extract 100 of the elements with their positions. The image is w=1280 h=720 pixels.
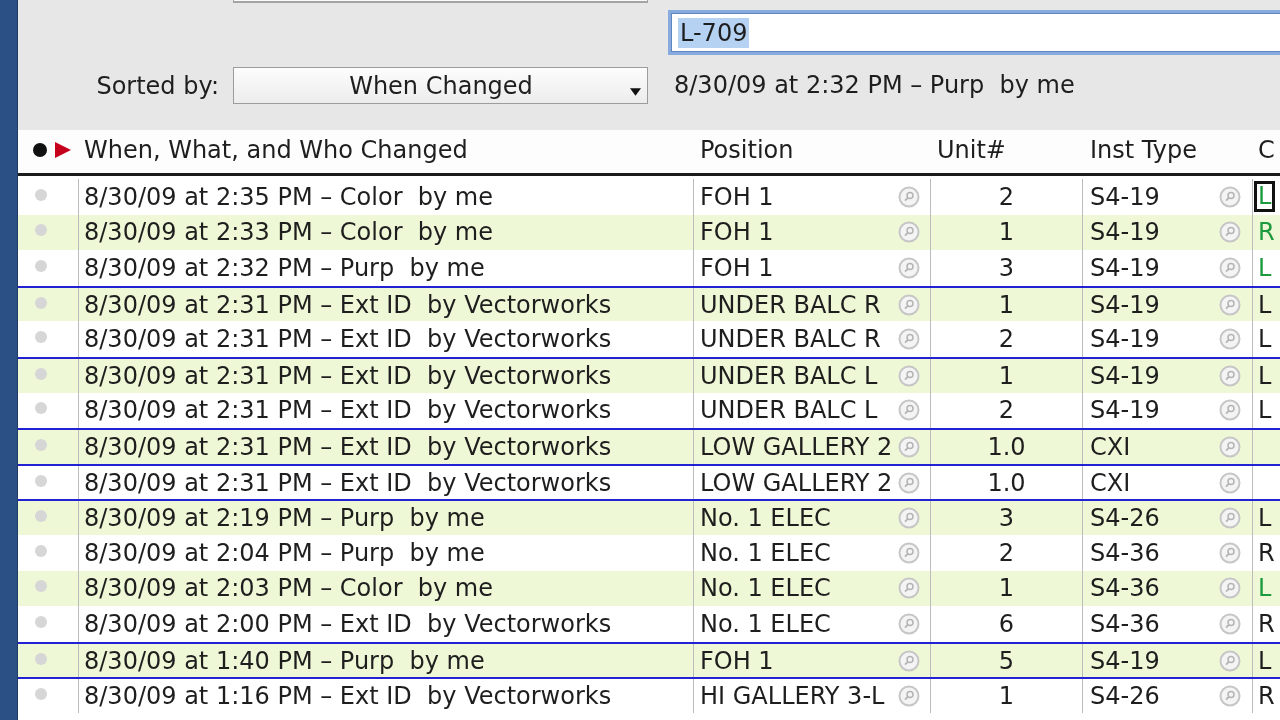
partial-column-text: L xyxy=(1258,574,1272,603)
position-text: LOW GALLERY 2 xyxy=(700,432,893,461)
change-text: 8/30/09 at 2:31 PM – Ext ID by Vectorworks xyxy=(84,290,612,319)
search-icon[interactable] xyxy=(1219,541,1241,564)
search-icon[interactable] xyxy=(898,364,920,387)
column-header[interactable]: Unit# xyxy=(937,135,1006,164)
search-icon[interactable] xyxy=(898,293,920,316)
dot-icon[interactable] xyxy=(35,367,47,380)
change-text: 8/30/09 at 2:31 PM – Ext ID by Vectorworks xyxy=(84,468,612,497)
dot-icon[interactable] xyxy=(35,474,47,487)
search-icon[interactable] xyxy=(898,185,920,208)
dot-icon[interactable] xyxy=(35,688,47,701)
unit-number: 2 xyxy=(998,538,1015,567)
sort-dropdown[interactable]: When Changed xyxy=(233,67,648,104)
column-header[interactable]: C xyxy=(1258,135,1275,164)
search-icon[interactable] xyxy=(898,649,920,672)
dot-icon[interactable] xyxy=(35,510,47,523)
instrument-type: S4-19 xyxy=(1090,218,1160,247)
dot-icon[interactable] xyxy=(35,260,47,272)
dot-icon[interactable] xyxy=(35,331,47,344)
partial-column-text: L xyxy=(1254,181,1276,213)
unit-number: 1 xyxy=(998,290,1015,319)
position-text: FOH 1 xyxy=(700,218,774,247)
search-icon[interactable] xyxy=(1219,577,1241,600)
search-icon[interactable] xyxy=(1219,649,1241,672)
unit-number: 2 xyxy=(998,396,1015,425)
change-text: 8/30/09 at 2:31 PM – Ext ID by Vectorworks xyxy=(84,361,612,390)
search-icon[interactable] xyxy=(898,257,920,279)
search-icon[interactable] xyxy=(898,507,920,530)
change-text: 8/30/09 at 2:33 PM – Color by me xyxy=(84,218,493,247)
triangle-icon[interactable] xyxy=(55,141,71,158)
dot-icon[interactable] xyxy=(35,224,47,237)
dot-icon[interactable] xyxy=(33,142,47,157)
change-text: 8/30/09 at 1:16 PM – Ext ID by Vectorworks xyxy=(84,682,612,711)
dot-icon[interactable] xyxy=(35,402,47,415)
search-icon[interactable] xyxy=(898,577,920,600)
unit-number: 6 xyxy=(998,609,1015,638)
dot-icon[interactable] xyxy=(35,652,47,665)
partial-column-text: R xyxy=(1258,538,1275,567)
unit-number: 1 xyxy=(998,218,1015,247)
partial-column-text: L xyxy=(1258,325,1272,354)
change-text: 8/30/09 at 2:00 PM – Ext ID by Vectorworks xyxy=(84,609,612,638)
position-text: HI GALLERY 3-L xyxy=(700,682,885,711)
change-text: 8/30/09 at 1:40 PM – Purp by me xyxy=(84,646,485,675)
instrument-type: S4-19 xyxy=(1090,290,1160,319)
search-icon[interactable] xyxy=(898,612,920,635)
search-icon[interactable] xyxy=(1219,471,1241,494)
instrument-type: S4-26 xyxy=(1090,682,1160,711)
search-icon[interactable] xyxy=(898,541,920,564)
change-text: 8/30/09 at 2:19 PM – Purp by me xyxy=(84,504,485,533)
search-icon[interactable] xyxy=(898,328,920,351)
search-icon[interactable] xyxy=(898,685,920,708)
change-text: 8/30/09 at 2:31 PM – Ext ID by Vectorworks xyxy=(84,325,612,354)
column-header[interactable]: When, What, and Who Changed xyxy=(84,135,468,164)
unit-number: 1 xyxy=(998,682,1015,711)
change-text: 8/30/09 at 2:31 PM – Ext ID by Vectorworks xyxy=(84,396,612,425)
instrument-type: S4-36 xyxy=(1090,609,1160,638)
position-text: UNDER BALC L xyxy=(700,396,878,425)
dot-icon[interactable] xyxy=(35,188,47,201)
instrument-type: S4-19 xyxy=(1090,396,1160,425)
unit-number: 1.0 xyxy=(987,432,1026,461)
search-icon[interactable] xyxy=(898,221,920,244)
position-text: LOW GALLERY 2 xyxy=(700,468,893,497)
column-header[interactable]: Position xyxy=(700,135,794,164)
unit-number: 5 xyxy=(998,646,1015,675)
position-text: No. 1 ELEC xyxy=(700,574,831,603)
dot-icon[interactable] xyxy=(35,580,47,593)
search-icon[interactable] xyxy=(1219,612,1241,635)
partial-column-text: L xyxy=(1258,396,1272,425)
text-field[interactable] xyxy=(233,0,648,3)
search-icon[interactable] xyxy=(1219,685,1241,708)
id-field[interactable]: L-709 xyxy=(668,10,1280,55)
instrument-type: S4-36 xyxy=(1090,538,1160,567)
dot-icon[interactable] xyxy=(35,438,47,451)
dot-icon[interactable] xyxy=(35,296,47,309)
search-icon[interactable] xyxy=(1219,507,1241,530)
instrument-type: S4-19 xyxy=(1090,361,1160,390)
instrument-type: S4-19 xyxy=(1090,646,1160,675)
search-icon[interactable] xyxy=(1219,435,1241,458)
search-icon[interactable] xyxy=(1219,328,1241,351)
instrument-type: S4-19 xyxy=(1090,254,1160,282)
dot-icon[interactable] xyxy=(35,615,47,628)
instrument-type: S4-19 xyxy=(1090,325,1160,354)
search-icon[interactable] xyxy=(898,435,920,458)
search-icon[interactable] xyxy=(1219,257,1241,279)
search-icon[interactable] xyxy=(898,471,920,494)
search-icon[interactable] xyxy=(898,399,920,422)
search-icon[interactable] xyxy=(1219,221,1241,244)
position-text: No. 1 ELEC xyxy=(700,538,831,567)
dot-icon[interactable] xyxy=(35,544,47,557)
instrument-type: S4-26 xyxy=(1090,504,1160,533)
instrument-type: CXI xyxy=(1090,432,1131,461)
search-icon[interactable] xyxy=(1219,399,1241,422)
unit-number: 1.0 xyxy=(987,468,1026,497)
unit-number: 2 xyxy=(998,325,1015,354)
search-icon[interactable] xyxy=(1219,185,1241,208)
change-text: 8/30/09 at 2:03 PM – Color by me xyxy=(84,574,493,603)
column-header[interactable]: Inst Type xyxy=(1090,135,1197,164)
search-icon[interactable] xyxy=(1219,364,1241,387)
search-icon[interactable] xyxy=(1219,293,1241,316)
